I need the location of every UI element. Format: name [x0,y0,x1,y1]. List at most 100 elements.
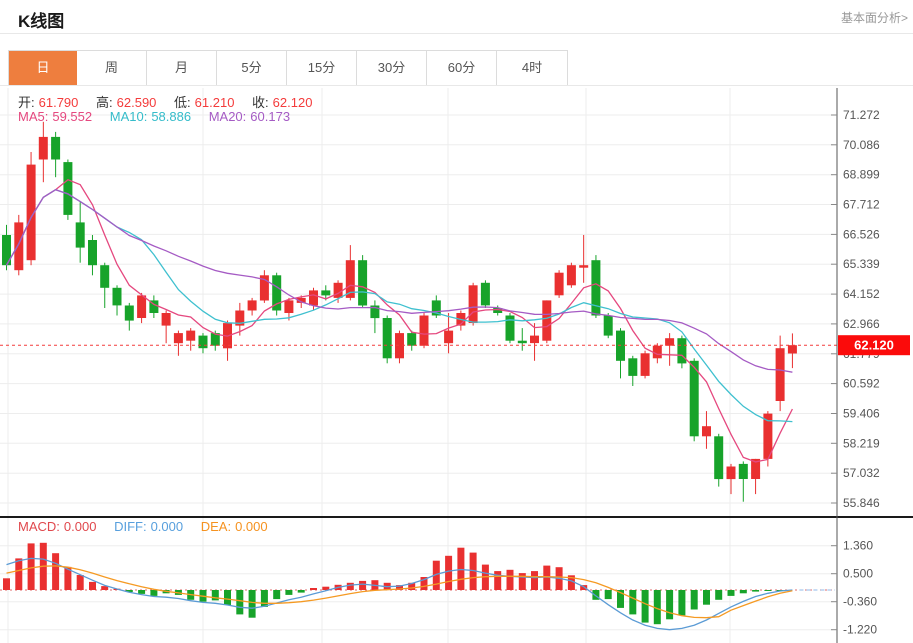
macd-bar [629,590,636,614]
candle-body [530,336,539,344]
candle-body [162,313,171,326]
macd-bar [494,571,501,590]
candle-body [284,300,293,313]
y-axis-label: 65.339 [843,257,880,271]
ma10-line [7,190,793,422]
candle-body [100,265,109,288]
diff-value: 0.000 [151,519,184,534]
macd-bar [519,573,526,590]
candle-body [444,331,453,344]
candle-body [579,265,588,268]
tab-60分[interactable]: 60分 [427,51,497,85]
close-value: 62.120 [273,95,313,110]
tab-月[interactable]: 月 [147,51,217,85]
high-label: 高: [96,95,113,110]
macd-bar [531,571,538,590]
close-label: 收: [252,95,269,110]
diff-line [7,558,793,629]
candle-body [677,338,686,363]
macd-bar [261,590,268,607]
candle-body [542,300,551,340]
macd-bar [740,590,747,593]
tab-15分[interactable]: 15分 [287,51,357,85]
candle-body [641,353,650,376]
macd-bar [77,575,84,590]
candle-body [591,260,600,315]
candle-body [309,290,318,305]
candle-body [604,316,613,336]
macd-bar [764,590,771,591]
candle-body [51,137,60,160]
y-axis-label: 71.272 [843,108,880,122]
macd-bar [715,590,722,600]
price-badge-value: 62.120 [854,338,894,353]
candle-body [199,336,208,349]
y-axis-label: -1.220 [843,623,877,637]
ma20-value: 60.173 [250,109,290,124]
y-axis-label: 60.592 [843,377,880,391]
open-value: 61.790 [39,95,79,110]
candle-body [518,341,527,344]
y-axis-label: 0.500 [843,567,873,581]
macd-bar [52,553,59,590]
fundamental-analysis-link[interactable]: 基本面分析> [841,9,908,26]
candle-body [628,358,637,376]
candle-body [690,361,699,437]
y-axis-label: -0.360 [843,595,877,609]
candle-body [776,348,785,401]
y-axis-label: 68.899 [843,168,880,182]
candle-body [334,283,343,298]
period-tabs: 日周月5分15分30分60分4时 [8,50,568,86]
candle-body [14,222,23,270]
candle-body [555,273,564,296]
macd-bar [15,558,22,590]
candle-body [407,333,416,346]
tab-周[interactable]: 周 [77,51,147,85]
macd-panel-divider [0,516,913,518]
candle-body [383,318,392,358]
macd-bar [3,578,10,590]
topbar: K线图 基本面分析> [0,0,913,34]
candle-body [665,338,674,346]
macd-bar [310,588,317,590]
tab-4时[interactable]: 4时 [497,51,567,85]
y-axis-label: 57.032 [843,466,880,480]
candle-body [39,137,48,160]
high-value: 62.590 [117,95,157,110]
page-title: K线图 [18,7,64,32]
tab-日[interactable]: 日 [9,51,77,85]
tab-30分[interactable]: 30分 [357,51,427,85]
candle-body [469,285,478,323]
macd-bar [249,590,256,618]
y-axis-label: 62.966 [843,317,880,331]
macd-bar [728,590,735,596]
macd-bar [605,590,612,599]
tab-5分[interactable]: 5分 [217,51,287,85]
candle-body [788,345,797,353]
diff-label: DIFF: [114,519,147,534]
macd-label: MACD: [18,519,60,534]
macd-legend: MACD:0.000 DIFF:0.000 DEA:0.000 [18,519,272,534]
macd-bar [703,590,710,605]
macd-bar [666,590,673,619]
macd-bar [285,590,292,595]
y-axis-label: 70.086 [843,138,880,152]
candle-body [63,162,72,215]
dea-value: 0.000 [235,519,268,534]
y-axis-label: 66.526 [843,227,880,241]
macd-bar [678,590,685,615]
candle-body [727,467,736,480]
kline-chart: 71.27270.08668.89967.71266.52665.33964.1… [0,88,913,643]
y-axis-label: 64.152 [843,287,880,301]
low-label: 低: [174,95,191,110]
macd-bar [28,543,35,590]
macd-bar [359,581,366,590]
macd-bar [642,590,649,623]
macd-bar [224,590,231,605]
ma5-label: MA5: [18,109,48,124]
macd-bar [298,590,305,593]
candle-body [76,222,85,247]
candle-body [248,300,257,310]
tabstrip-divider [0,85,913,86]
candle-body [420,316,429,346]
